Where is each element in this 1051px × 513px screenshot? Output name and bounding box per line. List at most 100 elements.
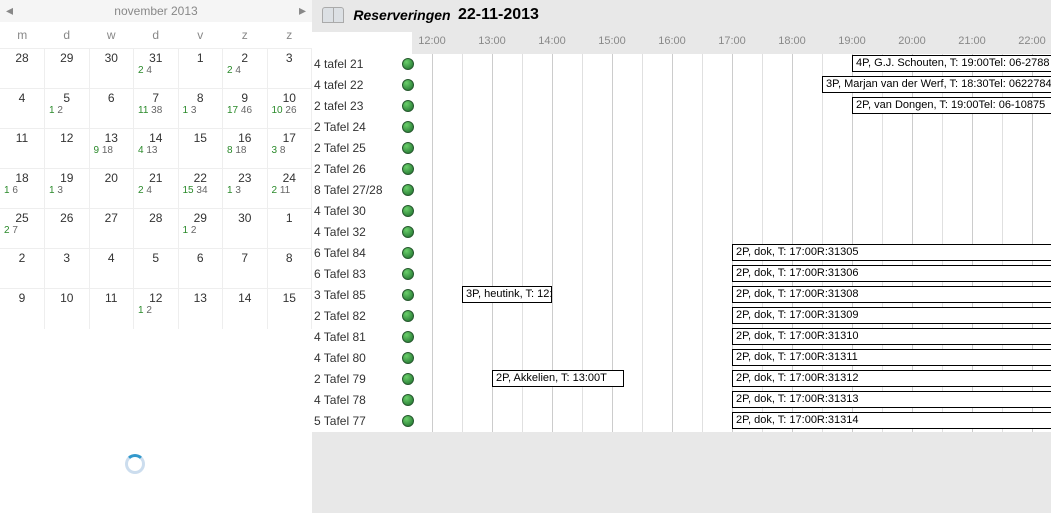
weekday-header: d bbox=[134, 22, 179, 49]
day-number: 9 bbox=[4, 291, 40, 305]
table-row-label[interactable]: 2 Tafel 26 bbox=[312, 159, 400, 180]
reservation-block[interactable]: 2P, dok, T: 17:00R:31305 bbox=[732, 244, 1051, 261]
calendar-day[interactable]: 9 bbox=[0, 289, 45, 329]
calendar-day[interactable]: 5 bbox=[134, 249, 179, 289]
calendar-day[interactable]: 30 bbox=[89, 49, 134, 89]
table-row-label[interactable]: 4 tafel 22 bbox=[312, 75, 400, 96]
calendar-day[interactable]: 13 bbox=[178, 289, 223, 329]
calendar-day[interactable]: 30 bbox=[223, 209, 268, 249]
calendar-day[interactable]: 168 18 bbox=[223, 129, 268, 169]
day-counts: 2 7 bbox=[4, 225, 40, 236]
reservation-block[interactable]: 2P, dok, T: 17:00R:31314 bbox=[732, 412, 1051, 429]
calendar-day[interactable]: 139 18 bbox=[89, 129, 134, 169]
table-row-label[interactable]: 2 Tafel 79 bbox=[312, 369, 400, 390]
day-counts: 4 13 bbox=[138, 145, 174, 156]
calendar-day[interactable]: 917 46 bbox=[223, 89, 268, 129]
day-number: 26 bbox=[49, 211, 85, 225]
table-row-label[interactable]: 4 Tafel 78 bbox=[312, 390, 400, 411]
calendar-day[interactable]: 1 bbox=[178, 49, 223, 89]
calendar-day[interactable]: 1 bbox=[267, 209, 312, 249]
calendar-day[interactable]: 242 11 bbox=[267, 169, 312, 209]
calendar-day[interactable]: 10 bbox=[45, 289, 90, 329]
calendar-day[interactable]: 51 2 bbox=[45, 89, 90, 129]
calendar-day[interactable]: 81 3 bbox=[178, 89, 223, 129]
day-number: 5 bbox=[138, 251, 174, 265]
calendar-day[interactable]: 212 4 bbox=[134, 169, 179, 209]
calendar-day[interactable]: 11 bbox=[89, 289, 134, 329]
calendar-day[interactable]: 15 bbox=[178, 129, 223, 169]
calendar-day[interactable]: 4 bbox=[0, 89, 45, 129]
table-row-label[interactable]: 6 Tafel 83 bbox=[312, 264, 400, 285]
calendar-day[interactable]: 3 bbox=[45, 249, 90, 289]
reservation-block[interactable]: 2P, dok, T: 17:00R:31309 bbox=[732, 307, 1051, 324]
day-counts: 2 4 bbox=[227, 65, 263, 76]
calendar-table: mdwdvzz 282930312 4122 43451 26711 3881 … bbox=[0, 22, 312, 329]
day-number: 9 bbox=[227, 91, 263, 105]
reservation-block[interactable]: 2P, dok, T: 17:00R:31311 bbox=[732, 349, 1051, 366]
table-row-label[interactable]: 8 Tafel 27/28 bbox=[312, 180, 400, 201]
calendar-day[interactable]: 27 bbox=[89, 209, 134, 249]
calendar-day[interactable]: 22 4 bbox=[223, 49, 268, 89]
table-row-label[interactable]: 2 tafel 23 bbox=[312, 96, 400, 117]
reservation-block[interactable]: 2P, dok, T: 17:00R:31310 bbox=[732, 328, 1051, 345]
calendar-day[interactable]: 252 7 bbox=[0, 209, 45, 249]
calendar-day[interactable]: 8 bbox=[267, 249, 312, 289]
calendar-day[interactable]: 144 13 bbox=[134, 129, 179, 169]
reservation-block[interactable]: 4P, G.J. Schouten, T: 19:00Tel: 06-2788 bbox=[852, 55, 1051, 72]
calendar-day[interactable]: 312 4 bbox=[134, 49, 179, 89]
calendar-day[interactable]: 711 38 bbox=[134, 89, 179, 129]
calendar-day[interactable]: 173 8 bbox=[267, 129, 312, 169]
calendar-day[interactable]: 12 bbox=[45, 129, 90, 169]
calendar-day[interactable]: 2 bbox=[0, 249, 45, 289]
table-row-label[interactable]: 5 Tafel 77 bbox=[312, 411, 400, 432]
reservations-date: 22-11-2013 bbox=[458, 6, 539, 23]
next-month-icon[interactable]: ▸ bbox=[299, 2, 306, 19]
reservation-block[interactable]: 2P, Akkelien, T: 13:00T bbox=[492, 370, 624, 387]
table-row-label[interactable]: 4 tafel 21 bbox=[312, 54, 400, 75]
day-number: 6 bbox=[94, 91, 130, 105]
day-number: 15 bbox=[272, 291, 308, 305]
day-number: 30 bbox=[227, 211, 263, 225]
time-label: 15:00 bbox=[598, 35, 626, 47]
calendar-day[interactable]: 26 bbox=[45, 209, 90, 249]
calendar-day[interactable]: 20 bbox=[89, 169, 134, 209]
calendar-day[interactable]: 29 bbox=[45, 49, 90, 89]
calendar-day[interactable]: 28 bbox=[0, 49, 45, 89]
calendar-day[interactable]: 11 bbox=[0, 129, 45, 169]
reservation-block[interactable]: 2P, dok, T: 17:00R:31308 bbox=[732, 286, 1051, 303]
table-row-label[interactable]: 6 Tafel 84 bbox=[312, 243, 400, 264]
table-row-label[interactable]: 4 Tafel 81 bbox=[312, 327, 400, 348]
calendar-day[interactable]: 7 bbox=[223, 249, 268, 289]
calendar-day[interactable]: 15 bbox=[267, 289, 312, 329]
calendar-day[interactable]: 2215 34 bbox=[178, 169, 223, 209]
reservation-block[interactable]: 2P, dok, T: 17:00R:31306 bbox=[732, 265, 1051, 282]
table-row-label[interactable]: 2 Tafel 25 bbox=[312, 138, 400, 159]
calendar-day[interactable]: 6 bbox=[178, 249, 223, 289]
table-row-label[interactable]: 3 Tafel 85 bbox=[312, 285, 400, 306]
calendar-day[interactable]: 291 2 bbox=[178, 209, 223, 249]
table-row-label[interactable]: 2 Tafel 24 bbox=[312, 117, 400, 138]
calendar-day[interactable]: 4 bbox=[89, 249, 134, 289]
calendar-day[interactable]: 1010 26 bbox=[267, 89, 312, 129]
calendar-day[interactable]: 191 3 bbox=[45, 169, 90, 209]
table-row-label[interactable]: 4 Tafel 80 bbox=[312, 348, 400, 369]
reservation-block[interactable]: 3P, Marjan van der Werf, T: 18:30Tel: 06… bbox=[822, 76, 1051, 93]
calendar-day[interactable]: 28 bbox=[134, 209, 179, 249]
calendar-day[interactable]: 3 bbox=[267, 49, 312, 89]
day-number: 8 bbox=[183, 91, 219, 105]
day-number: 13 bbox=[94, 131, 130, 145]
table-row-label[interactable]: 4 Tafel 30 bbox=[312, 201, 400, 222]
calendar-day[interactable]: 231 3 bbox=[223, 169, 268, 209]
table-row-label[interactable]: 2 Tafel 82 bbox=[312, 306, 400, 327]
calendar-day[interactable]: 6 bbox=[89, 89, 134, 129]
prev-month-icon[interactable]: ◂ bbox=[6, 2, 13, 19]
calendar-day[interactable]: 121 2 bbox=[134, 289, 179, 329]
reservation-block[interactable]: 3P, heutink, T: 12:30T bbox=[462, 286, 552, 303]
calendar-day[interactable]: 181 6 bbox=[0, 169, 45, 209]
reservation-block[interactable]: 2P, dok, T: 17:00R:31312 bbox=[732, 370, 1051, 387]
day-number: 2 bbox=[4, 251, 40, 265]
reservation-block[interactable]: 2P, dok, T: 17:00R:31313 bbox=[732, 391, 1051, 408]
table-row-label[interactable]: 4 Tafel 32 bbox=[312, 222, 400, 243]
reservation-block[interactable]: 2P, van Dongen, T: 19:00Tel: 06-10875 bbox=[852, 97, 1051, 114]
calendar-day[interactable]: 14 bbox=[223, 289, 268, 329]
